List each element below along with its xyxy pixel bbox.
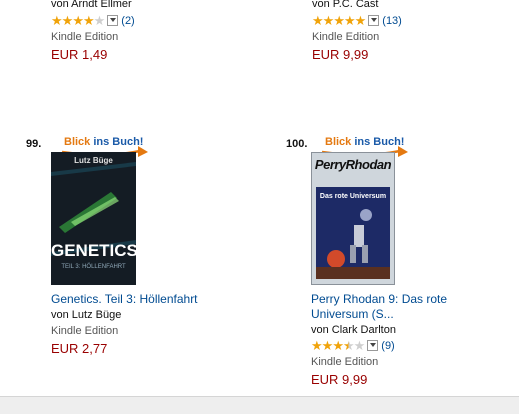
star-rating[interactable]: ★★★★★ bbox=[312, 13, 367, 28]
cover-subtitle-text: TEIL 3: HÖLLENFAHRT bbox=[61, 264, 126, 270]
review-count-link[interactable]: (2) bbox=[121, 15, 134, 27]
star-icon: ★ bbox=[82, 13, 95, 28]
rank-number: 100. bbox=[286, 138, 308, 150]
cover-art-panel: Das rote Universum bbox=[316, 187, 390, 279]
rating-row[interactable]: ★★★★★ (13) bbox=[312, 14, 402, 27]
star-icon: ★ bbox=[311, 338, 323, 353]
product-author: von Clark Darlton bbox=[311, 324, 396, 336]
product-price: EUR 9,99 bbox=[311, 372, 368, 387]
product-price: EUR 1,49 bbox=[51, 47, 108, 62]
cover-brand-text: PerryRhodan bbox=[314, 157, 392, 172]
product-title-link[interactable]: Perry Rhodan 9: Das rote Universum (S... bbox=[311, 292, 501, 322]
star-icon: ★ bbox=[312, 13, 324, 28]
product-format: Kindle Edition bbox=[51, 325, 119, 337]
rating-row[interactable]: ★★★★★ (9) bbox=[311, 339, 395, 352]
star-icon: ★ bbox=[93, 13, 106, 28]
product-author: von Arndt Ellmer bbox=[51, 0, 132, 10]
product-title-line: Genetics. Teil 3: Höllenfahrt bbox=[51, 292, 198, 306]
review-count-link[interactable]: (9) bbox=[381, 340, 394, 352]
star-rating[interactable]: ★★★★★ bbox=[311, 338, 366, 353]
star-icon: ★ bbox=[354, 13, 367, 28]
bottom-bar bbox=[0, 396, 519, 414]
star-icon: ★ bbox=[322, 13, 335, 28]
star-icon: ★ bbox=[61, 13, 74, 28]
product-format: Kindle Edition bbox=[312, 31, 380, 43]
cover-title-text: GENETICS bbox=[51, 241, 136, 260]
product-title-line: Universum (S... bbox=[311, 307, 394, 321]
product-author: von Lutz Büge bbox=[51, 309, 122, 321]
product-price: EUR 2,77 bbox=[51, 341, 108, 356]
star-icon: ★ bbox=[332, 338, 344, 353]
product-title-line: Perry Rhodan 9: Das rote bbox=[311, 292, 448, 306]
star-icon: ★ bbox=[343, 13, 356, 28]
cover-author-text: Lutz Büge bbox=[74, 156, 113, 165]
star-icon: ★ bbox=[321, 338, 334, 353]
star-half-icon: ★ bbox=[342, 338, 355, 353]
book-cover-image[interactable]: PerryRhodan Das rote Universum bbox=[311, 152, 395, 285]
product-format: Kindle Edition bbox=[51, 31, 119, 43]
chevron-down-icon[interactable] bbox=[368, 15, 380, 26]
chevron-down-icon[interactable] bbox=[107, 15, 119, 26]
product-price: EUR 9,99 bbox=[312, 47, 369, 62]
chevron-down-icon[interactable] bbox=[367, 340, 379, 351]
star-icon: ★ bbox=[353, 338, 366, 353]
cover-title-text: Das rote Universum bbox=[319, 193, 387, 200]
product-title-link[interactable]: Genetics. Teil 3: Höllenfahrt bbox=[51, 292, 241, 307]
rank-number: 99. bbox=[26, 138, 42, 150]
star-icon: ★ bbox=[51, 13, 63, 28]
star-icon: ★ bbox=[72, 13, 84, 28]
product-author: von P.C. Cast bbox=[312, 0, 379, 10]
product-format: Kindle Edition bbox=[311, 356, 379, 368]
review-count-link[interactable]: (13) bbox=[382, 15, 402, 27]
star-rating[interactable]: ★★★★★ bbox=[51, 13, 106, 28]
book-cover-image[interactable]: Lutz Büge GENETICS TEIL 3: HÖLLENFAHRT bbox=[51, 152, 136, 285]
cover-art bbox=[316, 187, 390, 279]
rating-row[interactable]: ★★★★★ (2) bbox=[51, 14, 135, 27]
star-icon: ★ bbox=[333, 13, 345, 28]
